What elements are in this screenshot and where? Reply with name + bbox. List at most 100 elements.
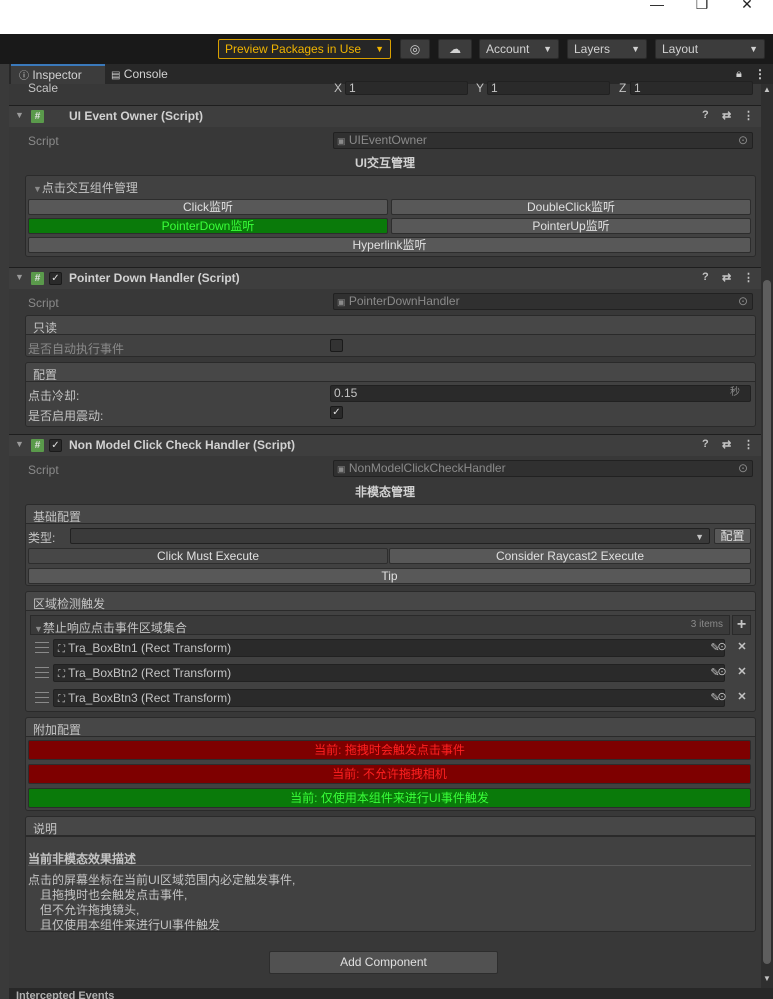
scroll-up-icon[interactable]: ▲ bbox=[763, 85, 771, 94]
enabled-checkbox[interactable]: ✓ bbox=[49, 439, 62, 452]
account-dropdown[interactable]: Account ▼ bbox=[479, 39, 559, 59]
scale-x-field[interactable]: 1 bbox=[345, 81, 468, 95]
scale-label: Scale bbox=[28, 81, 59, 95]
list-header[interactable]: ▼禁止响应点击事件区域集合 3 items bbox=[30, 615, 730, 635]
doubleclick-listen-button[interactable]: DoubleClick监听 bbox=[391, 199, 751, 215]
list-foldout[interactable]: ▼禁止响应点击事件区域集合 bbox=[34, 619, 187, 636]
remove-item-icon[interactable]: ✕ bbox=[735, 640, 749, 654]
minimize-button[interactable]: — bbox=[635, 0, 679, 12]
intercepted-events-label: Intercepted Events bbox=[16, 990, 115, 999]
drag-handle-icon[interactable] bbox=[35, 692, 49, 703]
preset-icon[interactable]: ⇄ bbox=[722, 271, 731, 284]
hyperlink-listen-button[interactable]: Hyperlink监听 bbox=[28, 237, 751, 253]
add-component-button[interactable]: Add Component bbox=[269, 951, 498, 974]
more-options-icon[interactable]: ⋮ bbox=[743, 271, 754, 284]
item-value: Tra_BoxBtn1 (Rect Transform) bbox=[68, 641, 232, 655]
consider-raycast-button[interactable]: Consider Raycast2 Execute bbox=[389, 548, 751, 564]
more-options-icon[interactable]: ⋮ bbox=[743, 438, 754, 451]
drag-handle-icon[interactable] bbox=[35, 667, 49, 678]
layers-dropdown[interactable]: Layers ▼ bbox=[567, 39, 647, 59]
component-title: Non Model Click Check Handler (Script) bbox=[69, 438, 296, 452]
remove-item-icon[interactable]: ✕ bbox=[735, 665, 749, 679]
object-picker-icon[interactable]: ⊙ bbox=[715, 690, 729, 704]
rect-transform-field[interactable]: ⛶ Tra_BoxBtn1 (Rect Transform) ✎ bbox=[53, 639, 725, 657]
close-button[interactable]: ✕ bbox=[725, 0, 769, 12]
script-icon: # bbox=[31, 110, 44, 123]
non-model-header[interactable]: ▼ # ✓ Non Model Click Check Handler (Scr… bbox=[9, 434, 761, 456]
pointer-down-header[interactable]: ▼ # ✓ Pointer Down Handler (Script) ? ⇄ … bbox=[9, 267, 761, 289]
script-value: NonModelClickCheckHandler bbox=[348, 461, 506, 475]
foldout-arrow-icon[interactable]: ▼ bbox=[15, 439, 24, 449]
more-options-icon[interactable]: ⋮ bbox=[743, 109, 754, 122]
script-field[interactable]: ▣ UIEventOwner ⊙ bbox=[333, 132, 753, 149]
config-button[interactable]: 配置 bbox=[714, 528, 751, 544]
preset-icon[interactable]: ⇄ bbox=[722, 438, 731, 451]
type-dropdown[interactable]: ▼ bbox=[70, 528, 710, 544]
auto-exec-checkbox[interactable] bbox=[330, 339, 343, 352]
foldout-text: 点击交互组件管理 bbox=[41, 181, 138, 195]
click-must-execute-button[interactable]: Click Must Execute bbox=[28, 548, 388, 564]
foldout-label[interactable]: ▼点击交互组件管理 bbox=[33, 179, 138, 196]
scroll-down-icon[interactable]: ▼ bbox=[763, 974, 771, 983]
script-field[interactable]: ▣ NonModelClickCheckHandler ⊙ bbox=[333, 460, 753, 477]
object-picker-icon[interactable]: ⊙ bbox=[715, 665, 729, 679]
camera-drag-status[interactable]: 当前: 不允许拖拽相机 bbox=[28, 764, 751, 784]
enabled-checkbox[interactable]: ✓ bbox=[49, 272, 62, 285]
object-picker-icon[interactable]: ⊙ bbox=[738, 294, 748, 308]
object-picker-icon[interactable]: ⊙ bbox=[738, 461, 748, 475]
layout-dropdown[interactable]: Layout ▼ bbox=[655, 39, 765, 59]
script-value: UIEventOwner bbox=[348, 133, 427, 147]
rect-transform-field[interactable]: ⛶ Tra_BoxBtn3 (Rect Transform) ✎ bbox=[53, 689, 725, 707]
readonly-header: 只读 bbox=[25, 315, 756, 335]
drag-handle-icon[interactable] bbox=[35, 642, 49, 653]
tip-button[interactable]: Tip bbox=[28, 568, 751, 584]
script-value: PointerDownHandler bbox=[348, 294, 460, 308]
help-icon[interactable]: ? bbox=[702, 438, 709, 450]
preview-packages-label: Preview Packages in Use bbox=[225, 42, 362, 56]
vibrate-checkbox[interactable]: ✓ bbox=[330, 406, 343, 419]
scale-z-field[interactable]: 1 bbox=[630, 81, 753, 95]
ui-event-owner-header[interactable]: ▼ # UI Event Owner (Script) ? ⇄ ⋮ bbox=[9, 105, 761, 127]
tab-console[interactable]: ▤ Console bbox=[111, 64, 191, 84]
cooldown-field[interactable]: 0.15 秒 bbox=[330, 385, 751, 402]
section-title: UI交互管理 bbox=[354, 156, 415, 170]
list-item: ⛶ Tra_BoxBtn1 (Rect Transform) ✎ ⊙ ✕ bbox=[33, 638, 751, 658]
drag-trigger-status[interactable]: 当前: 拖拽时会触发点击事件 bbox=[28, 740, 751, 760]
preview-packages-button[interactable]: Preview Packages in Use ▼ bbox=[218, 39, 391, 59]
services-icon[interactable]: ◎ bbox=[400, 39, 430, 59]
cloud-icon[interactable]: ☁ bbox=[438, 39, 472, 59]
foldout-arrow-icon: ▼ bbox=[34, 624, 43, 634]
more-options-icon[interactable]: ⋮ bbox=[754, 64, 766, 84]
scrollbar-thumb[interactable] bbox=[763, 280, 771, 964]
add-item-icon[interactable]: + bbox=[732, 615, 751, 635]
top-toolbar: Preview Packages in Use ▼ ◎ ☁ Account ▼ … bbox=[0, 34, 773, 64]
script-file-icon: ▣ bbox=[337, 136, 346, 146]
basic-config-header: 基础配置 bbox=[25, 504, 756, 524]
object-picker-icon[interactable]: ⊙ bbox=[738, 133, 748, 147]
preset-icon[interactable]: ⇄ bbox=[722, 109, 731, 122]
maximize-button[interactable]: ❐ bbox=[680, 0, 724, 12]
script-file-icon: ▣ bbox=[337, 464, 346, 474]
layout-label: Layout bbox=[662, 42, 699, 56]
scale-y-field[interactable]: 1 bbox=[487, 81, 610, 95]
cooldown-unit: 秒 bbox=[730, 387, 740, 398]
help-icon[interactable]: ? bbox=[702, 109, 709, 121]
pointerup-listen-button[interactable]: PointerUp监听 bbox=[391, 218, 751, 234]
foldout-arrow-icon[interactable]: ▼ bbox=[15, 110, 24, 120]
help-icon[interactable]: ? bbox=[702, 271, 709, 283]
chevron-down-icon: ▼ bbox=[749, 44, 758, 54]
script-field[interactable]: ▣ PointerDownHandler ⊙ bbox=[333, 293, 753, 310]
click-listen-button[interactable]: Click监听 bbox=[28, 199, 388, 215]
cooldown-label: 点击冷却: bbox=[28, 389, 80, 403]
ui-event-only-status[interactable]: 当前: 仅使用本组件来进行UI事件触发 bbox=[28, 788, 751, 808]
script-icon: # bbox=[31, 439, 44, 452]
intercepted-events-bar: Intercepted Events bbox=[9, 988, 773, 999]
object-picker-icon[interactable]: ⊙ bbox=[715, 640, 729, 654]
remove-item-icon[interactable]: ✕ bbox=[735, 690, 749, 704]
title-bar: — ❐ ✕ bbox=[0, 0, 773, 34]
pointerdown-listen-button[interactable]: PointerDown监听 bbox=[28, 218, 388, 234]
list-count: 3 items bbox=[690, 619, 723, 630]
foldout-arrow-icon[interactable]: ▼ bbox=[15, 272, 24, 282]
type-label: 类型: bbox=[28, 531, 56, 545]
rect-transform-field[interactable]: ⛶ Tra_BoxBtn2 (Rect Transform) ✎ bbox=[53, 664, 725, 682]
